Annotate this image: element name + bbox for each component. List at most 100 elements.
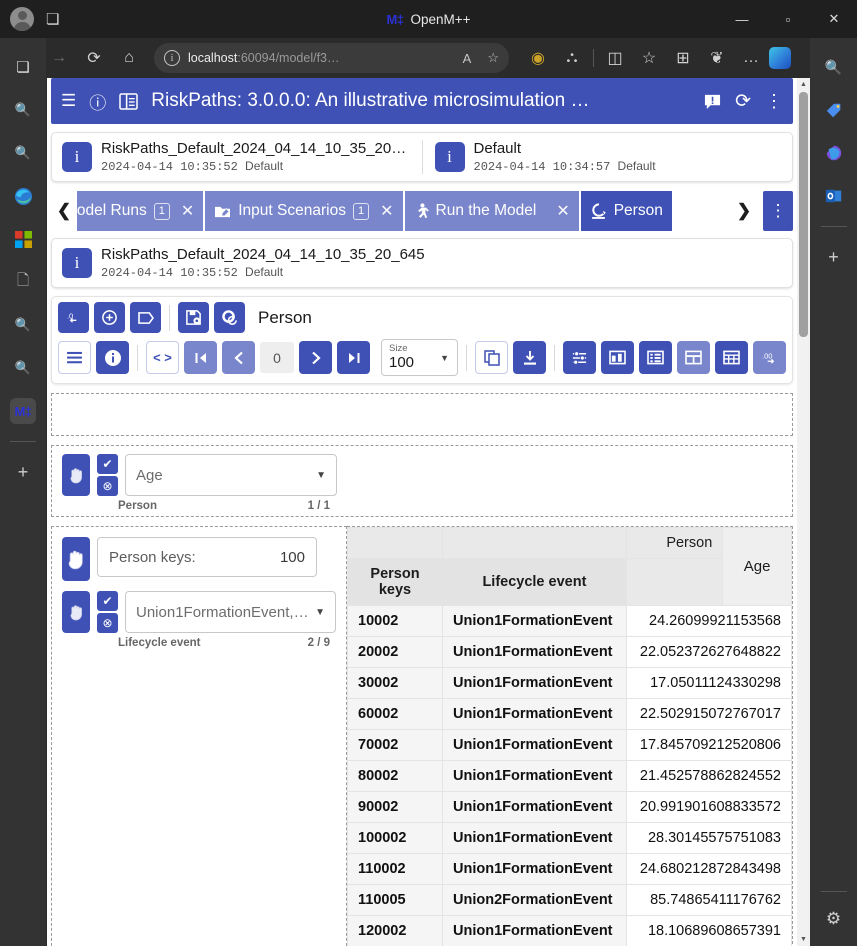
home-button[interactable]: ⌂ [113,42,145,74]
drag-handle-icon[interactable] [62,591,90,633]
split-view-button[interactable] [677,341,710,374]
person-keys-field[interactable]: Person keys: 100 [97,537,317,577]
info-icon[interactable]: i [434,142,465,172]
reset-decimals-button[interactable]: .0 [58,302,89,333]
info-icon[interactable]: i [62,248,92,278]
selected-run-info[interactable]: i RiskPaths_Default_2024_04_14_10_35_20_… [62,246,782,280]
table-row[interactable]: 70002 Union1FormationEvent 17.845709212520… [347,729,792,761]
microsoft-apps-icon[interactable] [10,226,36,252]
close-icon[interactable]: ✕ [556,201,569,221]
table-row[interactable]: 110002 Union1FormationEvent 24.68021287284… [347,853,792,885]
site-info-icon[interactable]: i [164,50,180,66]
scroll-up-arrow[interactable]: ▲ [797,78,810,91]
search-icon[interactable]: 🔍 [10,140,36,166]
tab-person[interactable]: Person [580,191,674,231]
forward-button[interactable]: → [43,42,75,74]
clear-selection-icon[interactable]: ⊗ [97,613,118,633]
shopping-tag-icon[interactable] [821,97,847,123]
select-all-icon[interactable]: ✔ [97,591,118,611]
lifecycle-event-select[interactable]: Union1FormationEvent,… ▼ [125,591,336,633]
add-icon[interactable]: + [10,459,36,485]
tab-input-scenarios[interactable]: Input Scenarios 1 ✕ [205,191,405,231]
browser-essentials-icon[interactable]: ❏ [46,10,59,28]
coin-rewards-icon[interactable]: ◉ [522,42,554,74]
outlook-icon[interactable] [821,183,847,209]
info-icon[interactable]: ⓘ [89,89,106,114]
scrollbar-thumb[interactable] [799,92,808,337]
column-header-person-keys[interactable]: Person keys [347,558,443,606]
close-icon[interactable]: ✕ [181,201,194,221]
scroll-down-arrow[interactable]: ▼ [797,933,810,946]
chevron-down-icon[interactable]: ▼ [315,607,325,618]
reload-button[interactable]: ⟳ [78,42,110,74]
split-screen-icon[interactable]: ◫ [599,42,631,74]
search-icon[interactable]: 🔍 [821,54,847,80]
copy-button[interactable] [475,341,508,374]
favorites-icon[interactable]: ☆ [633,42,665,74]
table-row[interactable]: 100002 Union1FormationEvent 28.30145575751… [347,822,792,854]
tab-run-the-model[interactable]: Run the Model ✕ [404,191,581,231]
page-scrollbar[interactable]: ▲ ▼ [797,78,810,946]
decimals-button[interactable]: .00 [753,341,786,374]
hamburger-menu-icon[interactable]: ☰ [61,91,76,111]
openmpp-tab-icon[interactable]: M‡ [10,398,36,424]
office-icon[interactable] [821,140,847,166]
page-number-input[interactable]: 0 [260,342,294,373]
refresh-icon[interactable]: ⟳ [735,90,751,113]
settings-and-more-icon[interactable]: … [735,42,767,74]
gear-icon[interactable]: ⚙ [821,906,847,932]
first-page-button[interactable] [184,341,217,374]
add-icon[interactable]: + [821,244,847,270]
code-view-button[interactable]: < > [146,341,179,374]
menu-button[interactable] [58,341,91,374]
browser-essentials-health-icon[interactable]: ❦ [701,42,733,74]
table-row[interactable]: 20002 Union1FormationEvent 22.052372627648… [347,636,792,668]
table-row[interactable]: 90002 Union1FormationEvent 20.991901608833… [347,791,792,823]
search-icon[interactable]: 🔍 [10,355,36,381]
table-row[interactable]: 10002 Union1FormationEvent 24.260999211535… [347,605,792,637]
chevron-down-icon[interactable]: ▼ [316,470,326,481]
tag-button[interactable] [130,302,161,333]
table-row[interactable]: 120002 Union1FormationEvent 18.10689608657… [347,915,792,946]
columns-view-button[interactable] [601,341,634,374]
run-info-left[interactable]: i RiskPaths_Default_2024_04_14_10_35_20_… [62,140,410,174]
maximize-button[interactable]: ▫ [765,0,811,38]
page-size-select[interactable]: Size 100 ▼ [381,339,458,376]
prev-page-button[interactable] [222,341,255,374]
last-page-button[interactable] [337,341,370,374]
download-button[interactable] [513,341,546,374]
tabs-scroll-right-button[interactable]: ❯ [731,191,757,231]
avatar[interactable] [10,7,34,31]
tabs-overflow-menu[interactable]: ⋮ [763,191,793,231]
close-button[interactable]: ✕ [811,0,857,38]
close-icon[interactable]: ✕ [380,201,393,221]
column-header-age[interactable]: Age [722,527,792,606]
gear-refresh-button[interactable] [214,302,245,333]
save-settings-button[interactable] [178,302,209,333]
rows-view-button[interactable] [639,341,672,374]
info-button[interactable] [96,341,129,374]
table-row[interactable]: 60002 Union1FormationEvent 22.502915072767… [347,698,792,730]
table-row[interactable]: 110005 Union2FormationEvent 85.74865411176… [347,884,792,916]
minimize-button[interactable]: — [719,0,765,38]
next-page-button[interactable] [299,341,332,374]
tab-actions-icon[interactable]: ❏ [10,54,36,80]
run-info-right[interactable]: i Default 2024-04-14 10:34:57 Default [434,140,783,174]
info-icon[interactable]: i [62,142,92,172]
search-icon[interactable]: 🔍 [10,312,36,338]
favorite-star-icon[interactable]: ☆ [487,50,499,66]
table-row[interactable]: 80002 Union1FormationEvent 21.452578862824… [347,760,792,792]
clear-selection-icon[interactable]: ⊗ [97,476,118,496]
filter-dropzone-top[interactable] [51,393,793,436]
column-header-lifecycle-event[interactable]: Lifecycle event [442,558,627,606]
chevron-down-icon[interactable]: ▼ [440,353,449,363]
notes-panel-icon[interactable] [119,92,139,110]
tab-model-runs[interactable]: Model Runs 1 ✕ [77,191,206,231]
select-all-icon[interactable]: ✔ [97,454,118,474]
grid-view-button[interactable] [715,341,748,374]
table-row[interactable]: 30002 Union1FormationEvent 17.050111243302… [347,667,792,699]
edge-icon[interactable] [10,183,36,209]
extensions-icon[interactable]: ⛬ [556,42,588,74]
alert-bubble-icon[interactable] [704,93,721,110]
zoom-in-button[interactable] [94,302,125,333]
